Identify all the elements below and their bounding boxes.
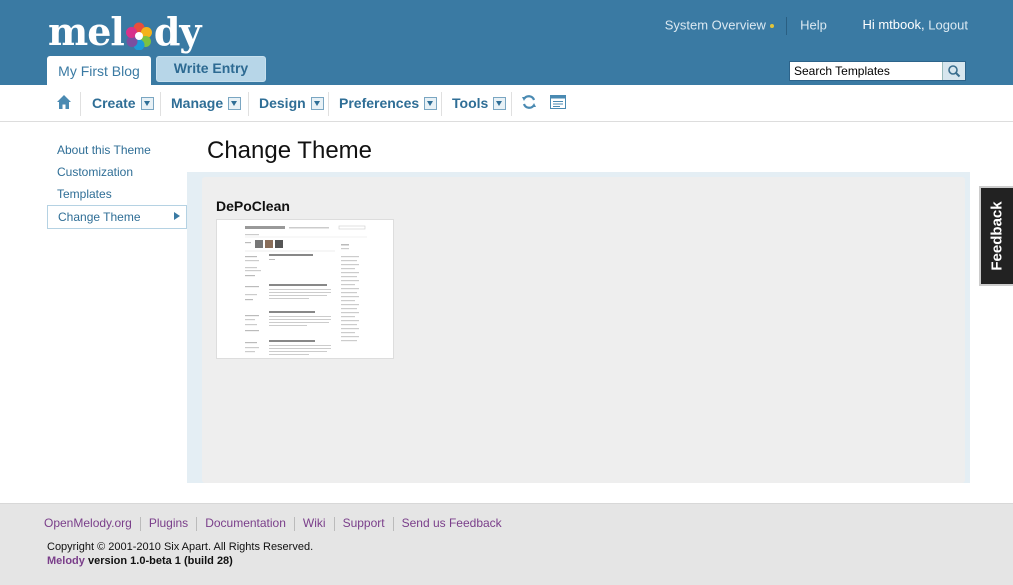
home-button[interactable] — [56, 85, 72, 121]
nav-divider — [80, 92, 81, 116]
home-icon — [57, 95, 71, 110]
view-site-button[interactable] — [550, 85, 566, 121]
nav-preferences-label: Preferences — [339, 95, 420, 111]
nav-design[interactable]: Design — [259, 85, 324, 121]
chevron-right-icon — [174, 212, 180, 220]
nav-preferences[interactable]: Preferences — [339, 85, 438, 121]
blog-tab[interactable]: My First Blog — [47, 56, 151, 85]
nav-divider — [328, 92, 329, 116]
sidebar-item-about-theme[interactable]: About this Theme — [47, 139, 187, 161]
nav-divider — [441, 92, 442, 116]
sidebar-item-templates[interactable]: Templates — [47, 183, 187, 205]
search-input[interactable] — [790, 62, 942, 80]
logout-link[interactable]: Logout — [928, 17, 968, 32]
search-icon — [948, 65, 961, 78]
header-bar: mel dy System Overview Help Hi mtbook, L… — [0, 0, 1013, 85]
status-dot-icon — [769, 24, 774, 28]
logo-text-left: mel — [48, 9, 125, 54]
nav-manage[interactable]: Manage — [171, 85, 242, 121]
footer-link-wiki[interactable]: Wiki — [303, 516, 326, 530]
window-icon — [550, 95, 566, 110]
footer-link-support[interactable]: Support — [343, 516, 385, 530]
divider — [333, 516, 335, 531]
feedback-tab[interactable]: Feedback — [979, 186, 1013, 286]
system-overview-link[interactable]: System Overview — [665, 17, 766, 32]
copyright-text: Copyright © 2001-2010 Six Apart. All Rig… — [47, 541, 314, 553]
write-entry-button[interactable]: Write Entry — [156, 56, 266, 82]
footer-links: OpenMelody.org Plugins Documentation Wiki Su… — [44, 516, 502, 531]
sidebar-item-customization[interactable]: Customization — [47, 161, 187, 183]
divider — [392, 516, 394, 531]
version-brand: Melody — [47, 555, 85, 567]
footer-link-openmelody[interactable]: OpenMelody.org — [44, 516, 132, 530]
footer-link-send-feedback[interactable]: Send us Feedback — [402, 516, 502, 530]
theme-name: DePoClean — [216, 198, 290, 214]
search-button[interactable] — [942, 62, 965, 80]
version-text: Melody version 1.0-beta 1 (build 28) — [47, 555, 233, 567]
footer-link-plugins[interactable]: Plugins — [149, 516, 188, 530]
divider — [786, 17, 788, 35]
nav-divider — [511, 92, 512, 116]
nav-tools-label: Tools — [452, 95, 489, 111]
theme-preview-image — [217, 220, 393, 358]
flower-logo-icon — [125, 22, 152, 50]
theme-panel-frame: DePoClean — [187, 172, 970, 483]
feedback-label: Feedback — [988, 201, 1006, 271]
nav-divider — [248, 92, 249, 116]
theme-thumbnail[interactable] — [216, 219, 394, 359]
nav-manage-label: Manage — [171, 95, 224, 111]
divider — [196, 516, 198, 531]
page-title: Change Theme — [207, 137, 372, 164]
chevron-down-icon — [424, 96, 438, 110]
nav-create-label: Create — [92, 95, 136, 111]
theme-panel: DePoClean — [202, 177, 965, 483]
melody-logo[interactable]: mel dy — [48, 9, 202, 54]
nav-design-label: Design — [259, 95, 306, 111]
refresh-button[interactable] — [521, 85, 537, 121]
version-number: version 1.0-beta 1 (build 28) — [84, 555, 233, 567]
top-links: System Overview Help Hi mtbook, Logout — [665, 17, 968, 35]
user-greeting: Hi mtbook, — [862, 17, 925, 33]
refresh-icon — [522, 95, 536, 110]
nav-divider — [160, 92, 161, 116]
chevron-down-icon — [140, 96, 154, 110]
chevron-down-icon — [228, 96, 242, 110]
nav-tools[interactable]: Tools — [452, 85, 507, 121]
divider — [139, 516, 141, 531]
divider — [293, 516, 295, 531]
search-box — [789, 61, 966, 81]
main-nav: Create Manage Design Preferences Tools — [0, 85, 1013, 122]
chevron-down-icon — [493, 96, 507, 110]
sidebar-item-label: Change Theme — [58, 210, 141, 224]
chevron-down-icon — [310, 96, 324, 110]
theme-sidebar: About this Theme Customization Templates… — [47, 139, 187, 229]
sidebar-item-change-theme[interactable]: Change Theme — [47, 205, 187, 229]
footer-link-documentation[interactable]: Documentation — [205, 516, 286, 530]
help-link[interactable]: Help — [800, 17, 827, 32]
logo-text-right: dy — [153, 9, 202, 54]
footer: OpenMelody.org Plugins Documentation Wiki Su… — [0, 503, 1013, 585]
nav-create[interactable]: Create — [92, 85, 154, 121]
